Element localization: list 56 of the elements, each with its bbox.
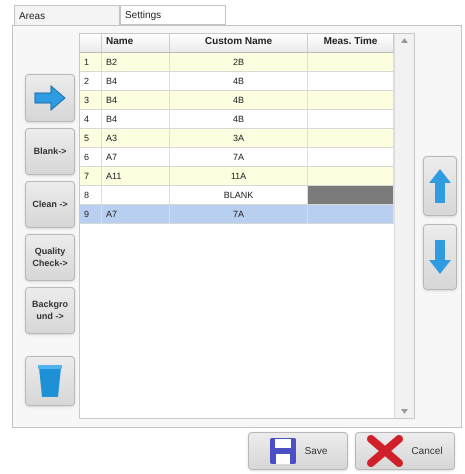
move-up-button[interactable] (423, 156, 457, 216)
action-button[interactable]: Clean -> (25, 181, 75, 228)
table-cell: 4B (170, 91, 308, 109)
row-number: 3 (80, 91, 102, 109)
arrow-up-icon (428, 168, 452, 204)
table-cell: A3 (102, 129, 170, 147)
table-cell: A7 (102, 205, 170, 223)
scrollbar[interactable] (394, 34, 414, 418)
table-cell: 7A (170, 205, 308, 223)
table-cell: 4B (170, 110, 308, 128)
tab[interactable]: Settings (120, 5, 226, 25)
move-right-button[interactable] (25, 74, 75, 122)
table-row[interactable]: 3 B4 4B (80, 91, 394, 110)
row-number: 9 (80, 205, 102, 223)
table-cell: 3A (170, 129, 308, 147)
tab[interactable]: Areas (14, 5, 120, 26)
row-number: 5 (80, 129, 102, 147)
row-number: 2 (80, 72, 102, 90)
arrow-right-icon (33, 85, 67, 111)
table-row[interactable]: 6 A7 7A (80, 148, 394, 167)
arrow-down-icon (428, 239, 452, 275)
table-cell: 4B (170, 72, 308, 90)
table-row[interactable]: 5 A3 3A (80, 129, 394, 148)
scroll-up-icon[interactable] (401, 38, 408, 43)
table-cell: 7A (170, 148, 308, 166)
trash-icon (38, 364, 62, 398)
table-cell: 11A (170, 167, 308, 185)
table-cell: B4 (102, 91, 170, 109)
column-header[interactable]: Custom Name (170, 34, 308, 52)
cross-icon (367, 435, 404, 467)
row-number: 8 (80, 186, 102, 204)
table-cell: B4 (102, 72, 170, 90)
table-row[interactable]: 2 B4 4B (80, 72, 394, 91)
action-button[interactable]: Backgro und -> (25, 287, 75, 334)
action-button[interactable]: Blank-> (25, 128, 75, 175)
table-row[interactable]: 1 B2 2B (80, 53, 394, 72)
table-cell: 2B (170, 53, 308, 71)
cancel-button[interactable]: Cancel (355, 432, 455, 470)
table-row[interactable]: 9 A7 7A (80, 205, 394, 224)
row-number: 4 (80, 110, 102, 128)
table-cell: B4 (102, 110, 170, 128)
delete-button[interactable] (25, 356, 75, 406)
row-number: 7 (80, 167, 102, 185)
row-number: 1 (80, 53, 102, 71)
action-button[interactable]: Quality Check-> (25, 234, 75, 281)
table-row[interactable]: 4 B4 4B (80, 110, 394, 129)
table-cell: A7 (102, 148, 170, 166)
column-header[interactable]: Name (102, 34, 170, 52)
table-cell: A11 (102, 167, 170, 185)
move-down-button[interactable] (423, 224, 457, 290)
scroll-down-icon[interactable] (401, 409, 408, 414)
row-number: 6 (80, 148, 102, 166)
table-row[interactable]: 7 A11 11A (80, 167, 394, 186)
table-cell: B2 (102, 53, 170, 71)
table-row[interactable]: 8 BLANK (80, 186, 394, 205)
save-button[interactable]: Save (248, 432, 348, 470)
